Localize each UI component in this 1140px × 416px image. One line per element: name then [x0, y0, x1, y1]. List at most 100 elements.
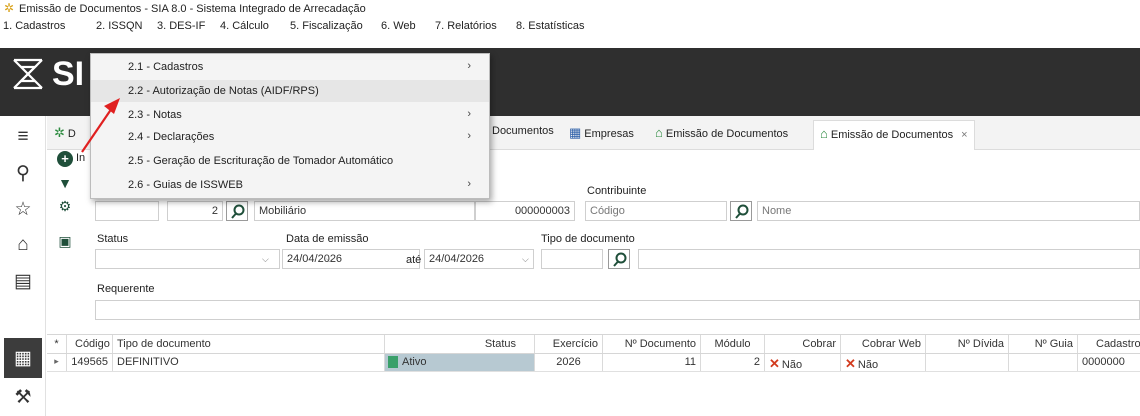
- codigo-input[interactable]: Código: [585, 201, 727, 221]
- tipo-documento-desc[interactable]: [638, 249, 1140, 269]
- search-icon: [231, 204, 245, 219]
- cell-exercicio: 2026: [535, 354, 603, 371]
- requerente-label: Requerente: [97, 283, 155, 295]
- add-icon[interactable]: +: [57, 151, 73, 167]
- menu-item-autorizacao-notas[interactable]: 2.2 - Autorização de Notas (AIDF/RPS): [91, 80, 489, 102]
- settings-icon[interactable]: ⚙: [54, 198, 76, 218]
- cell-tipo: DEFINITIVO: [113, 354, 385, 371]
- menu-item-declaracoes[interactable]: 2.4 - Declarações ›: [91, 126, 489, 148]
- menu-cadastros[interactable]: 1. Cadastros: [3, 20, 65, 32]
- issqn-dropdown-menu: 2.1 - Cadastros › 2.2 - Autorização de No…: [90, 53, 490, 199]
- results-grid: * Código Tipo de documento Status Exercí…: [47, 334, 1140, 374]
- cell-guia: [1009, 354, 1078, 371]
- col-cobrar-web[interactable]: Cobrar Web: [841, 335, 926, 353]
- tab-emissao-2-label: Emissão de Documentos: [830, 129, 954, 141]
- tab-emissao-1[interactable]: ⌂ Emissão de Documentos: [655, 125, 788, 140]
- requerente-input[interactable]: [95, 300, 1140, 320]
- star-icon[interactable]: ☆: [10, 196, 36, 222]
- tab-empresas[interactable]: ▦ Empresas: [569, 125, 634, 141]
- ate-label: até: [406, 254, 422, 266]
- menu-item-escrituracao-tomador[interactable]: 2.5 - Geração de Escrituração de Tomador…: [91, 150, 489, 172]
- cell-cobrar-web: ✕ Não: [841, 354, 926, 371]
- mobiliario-field[interactable]: Mobiliário: [254, 201, 475, 221]
- window-title: Emissão de Documentos - SIA 8.0 - Sistem…: [19, 3, 366, 15]
- data-emissao-label: Data de emissão: [286, 233, 369, 245]
- close-icon[interactable]: ×: [961, 129, 967, 141]
- tipo-documento-label: Tipo de documento: [541, 233, 635, 245]
- cell-status-text: Ativo: [402, 356, 427, 368]
- chevron-down-icon[interactable]: ⌵: [326, 254, 333, 265]
- search-icon[interactable]: ⚲: [10, 160, 36, 186]
- sia-logo-icon: [13, 58, 43, 90]
- grid-header: * Código Tipo de documento Status Exercí…: [47, 334, 1140, 354]
- menu-relatorios[interactable]: 7. Relatórios: [435, 20, 497, 32]
- menu-web[interactable]: 6. Web: [381, 20, 416, 32]
- tipo-documento-input[interactable]: [541, 249, 603, 269]
- menu-issqn[interactable]: 2. ISSQN: [96, 20, 142, 32]
- cell-cobrar: ✕ Não: [765, 354, 841, 371]
- x-icon: ✕: [769, 356, 780, 371]
- chevron-right-icon: ›: [467, 178, 471, 190]
- menu-estatisticas[interactable]: 8. Estatísticas: [516, 20, 584, 32]
- app-logo-icon: ✲: [4, 1, 15, 15]
- chevron-down-icon[interactable]: ⌵: [262, 254, 269, 265]
- tab-emissao-2[interactable]: ⌂ Emissão de Documentos ×: [813, 120, 975, 150]
- clear-filter-icon[interactable]: ▣: [54, 233, 76, 253]
- chevron-right-icon: ›: [467, 108, 471, 120]
- filter-field-1[interactable]: [95, 201, 159, 221]
- cell-cobrar-web-text: Não: [857, 359, 879, 371]
- buildings-icon: ▦: [569, 125, 582, 140]
- col-cadastro[interactable]: Cadastro: [1078, 335, 1140, 353]
- status-color-swatch: [388, 356, 398, 369]
- sidebar: ≡ ⚲ ☆ ⌂ ▤ ▦ ⚒: [0, 116, 46, 416]
- col-numero[interactable]: Nº Documento: [603, 335, 701, 353]
- annotation-arrow-icon: [81, 98, 120, 153]
- row-indicator: ▸: [47, 354, 67, 371]
- cell-divida: [926, 354, 1009, 371]
- tipo-lookup-button[interactable]: [608, 249, 630, 269]
- table-row[interactable]: ▸ 149565 DEFINITIVO Ativo 2026 11 2 ✕ Não…: [47, 354, 1140, 372]
- menu-item-guias-issweb[interactable]: 2.6 - Guias de ISSWEB ›: [91, 174, 489, 196]
- menu-calculo[interactable]: 4. Cálculo: [220, 20, 269, 32]
- col-exercicio[interactable]: Exercício: [535, 335, 603, 353]
- col-guia[interactable]: Nº Guia: [1009, 335, 1078, 353]
- col-codigo[interactable]: Código: [67, 335, 113, 353]
- chevron-down-icon[interactable]: ⌵: [522, 254, 529, 265]
- code-field[interactable]: 000000003: [475, 201, 575, 221]
- menu-fiscalizacao[interactable]: 5. Fiscalização: [290, 20, 363, 32]
- tools-icon[interactable]: ⚒: [10, 384, 36, 410]
- data-to-field[interactable]: 24/04/2026: [424, 249, 534, 269]
- nome-input[interactable]: Nome: [757, 201, 1140, 221]
- status-select[interactable]: [95, 249, 280, 269]
- menu-item-notas[interactable]: 2.3 - Notas ›: [91, 104, 489, 126]
- menubar: 1. Cadastros 2. ISSQN 3. DES-IF 4. Cálcu…: [0, 17, 1140, 35]
- col-divida[interactable]: Nº Dívida: [926, 335, 1009, 353]
- building-icon[interactable]: ▦: [4, 338, 42, 378]
- menu-des-if[interactable]: 3. DES-IF: [157, 20, 205, 32]
- data-from-field[interactable]: 24/04/2026: [282, 249, 420, 269]
- cell-codigo: 149565: [67, 354, 113, 371]
- cash-register-icon[interactable]: ▤: [10, 268, 36, 294]
- search-icon: [735, 204, 749, 219]
- cell-modulo: 2: [701, 354, 765, 371]
- hamburger-menu-icon[interactable]: ≡: [10, 124, 36, 150]
- contribuinte-label: Contribuinte: [587, 185, 647, 197]
- lookup-button[interactable]: [226, 201, 248, 221]
- tab-documentos[interactable]: Documentos: [492, 125, 554, 137]
- col-cobrar[interactable]: Cobrar: [765, 335, 841, 353]
- menu-item-cadastros[interactable]: 2.1 - Cadastros ›: [91, 56, 489, 78]
- contribuinte-lookup-button[interactable]: [730, 201, 752, 221]
- chevron-right-icon: ›: [467, 130, 471, 142]
- col-modulo[interactable]: Módulo: [701, 335, 765, 353]
- col-status[interactable]: Status: [385, 335, 535, 353]
- home-icon[interactable]: ⌂: [10, 232, 36, 258]
- cell-status: Ativo: [385, 354, 535, 371]
- x-icon: ✕: [845, 356, 856, 371]
- search-icon: [613, 252, 627, 267]
- tab-documentos-label: Documentos: [492, 125, 554, 137]
- cell-cadastro: 0000000: [1082, 356, 1125, 368]
- filter-icon[interactable]: ▼: [54, 175, 76, 195]
- col-tipo[interactable]: Tipo de documento: [113, 335, 385, 353]
- number-field[interactable]: 2: [167, 201, 223, 221]
- status-label: Status: [97, 233, 129, 245]
